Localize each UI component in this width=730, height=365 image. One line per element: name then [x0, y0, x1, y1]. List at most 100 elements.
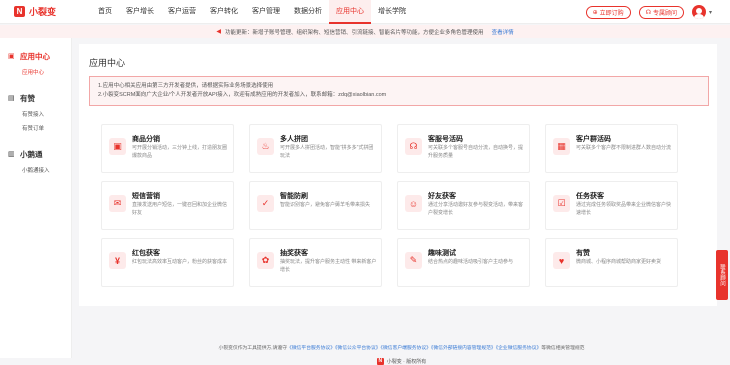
app-card[interactable]: ✎ 趣味测试结合热点的趣味活动吸引客户主动参与 — [397, 238, 530, 287]
app-card[interactable]: ☺ 好友获客 通过分享活动邀好友参与裂变活动，带来客户裂变增长 — [397, 181, 530, 230]
app-card-title: 智能防刷 — [280, 193, 308, 200]
app-card-description: 结合热点的趣味活动吸引客户主动参与 — [428, 259, 514, 265]
footer-policy-link[interactable]: 《微信平台服务协议》 — [287, 346, 335, 351]
sidebar-group-header[interactable]: ▥ 小鹅通 — [8, 148, 71, 160]
group-buy-icon: ♨ — [257, 138, 274, 155]
notice-text: 功能更新：新增子账号管理、组织架构、短信营销、引流链接、智能名片等功能，方便企业… — [225, 29, 484, 36]
headset-icon: ☊ — [645, 9, 651, 16]
sidebar-group: ▣ 应用中心 应用中心 — [0, 50, 71, 80]
order-label: 立即订购 — [599, 10, 624, 17]
app-card-title: 客户群活码 — [576, 136, 611, 143]
app-card-description: 直接发送用户短信，一键召回和加企业微信好友 — [132, 202, 228, 216]
app-card-title: 有赞 — [576, 250, 590, 257]
app-card[interactable]: ¥ 红包获客 红包玩法高效率互动客户，粉丝的获客成本 — [101, 238, 234, 287]
app-card-description: 微商城、小程序商城帮助商家更好卖货 — [576, 259, 662, 265]
brand-logo[interactable]: N 小裂变 — [14, 5, 86, 18]
notice-bar: ◀ 功能更新：新增子账号管理、组织架构、短信营销、引流链接、智能名片等功能，方便… — [0, 25, 730, 38]
nav-item[interactable]: 应用中心 — [329, 0, 371, 24]
advisor-button[interactable]: ☊ 专属顾问 — [638, 5, 684, 19]
nav-item[interactable]: 首页 — [91, 0, 119, 24]
footer-prefix: 小裂变仅作为工具提供方,请遵守 — [218, 346, 288, 351]
cart-icon: ⊕ — [592, 9, 598, 16]
sidebar-item[interactable]: 有赞接入 — [22, 108, 71, 122]
order-button[interactable]: ⊕ 立即订购 — [585, 5, 631, 19]
nav-item[interactable]: 客户运营 — [161, 0, 203, 24]
app-card-title: 客服号活码 — [428, 136, 463, 143]
youzan-icon: ♥ — [553, 252, 570, 269]
nav-item[interactable]: 客户增长 — [119, 0, 161, 24]
footer-policy-link[interactable]: 《微信客户端服务协议》 — [381, 346, 431, 351]
app-card-description: 抽奖玩法，提升客户服务主动性 带来新客户增长 — [280, 259, 377, 273]
advisor-label: 专属顾问 — [652, 10, 677, 17]
alert-line-1: 1.应用中心相关应用由第三方开发者提供，请根据实际业务场景选择使用 — [98, 83, 274, 89]
avatar[interactable] — [691, 5, 706, 19]
footer-logo-icon: N — [376, 358, 384, 365]
sidebar-group-header[interactable]: ▣ 应用中心 — [8, 50, 71, 62]
app-card-description: 可开展分销活动，三分钟上线，打造朋友圈爆款商品 — [132, 145, 228, 159]
task-icon: ☑ — [553, 195, 570, 212]
logo-icon: N — [14, 6, 25, 17]
footer-suffix: 等微信相关管理规范 — [541, 346, 585, 351]
top-right-actions: ⊕ 立即订购 ☊ 专属顾问 ▾ — [578, 0, 712, 24]
sidebar-group: ▤ 有赞有赞接入 有赞订单 — [0, 92, 71, 136]
app-card-description: 可开展多人拼团活动，智能“拼多多”式拼团玩法 — [280, 145, 374, 159]
footer-policy-link[interactable]: 《微信外部链接内容管理规范》 — [431, 346, 496, 351]
app-card-title: 短信营销 — [132, 193, 160, 200]
content-panel: 应用中心 1.应用中心相关应用由第三方开发者提供，请根据实际业务场景选择使用 2… — [79, 44, 717, 306]
sidebar-group: ▥ 小鹅通小鹅通接入 — [0, 148, 71, 178]
notice-detail-link[interactable]: 查看详情 — [492, 28, 514, 36]
headset-icon: ☊ — [405, 138, 422, 155]
nav-item[interactable]: 数据分析 — [287, 0, 329, 24]
app-card-title: 任务获客 — [576, 193, 604, 200]
app-card[interactable]: ✓ 智能防刷智能识别客户，避免客户薅羊毛带来损失 — [249, 181, 382, 230]
app-card[interactable]: ☑ 任务获客 通过完成任务领取奖品带来企业微信客户快速增长 — [545, 181, 678, 230]
megaphone-icon: ◀ — [216, 29, 222, 35]
app-card-title: 商品分销 — [132, 136, 160, 143]
app-card-title: 多人拼团 — [280, 136, 308, 143]
quiz-icon: ✎ — [405, 252, 422, 269]
top-navigation-bar: N 小裂变 首页 客户增长 客户运营 客户转化 客户管理 数据分析 应用中心 增长学院 ⊕ 立即… — [0, 0, 730, 24]
sms-icon: ✉ — [109, 195, 126, 212]
main-nav: 首页 客户增长 客户运营 客户转化 客户管理 数据分析 应用中心 增长学院 — [91, 0, 413, 24]
youzan-icon: ▤ — [8, 95, 15, 102]
footer-copyright: N 小裂变 · 版权所有 — [73, 358, 730, 365]
page-title: 应用中心 — [89, 58, 126, 68]
app-card-title: 抽奖获客 — [280, 250, 308, 257]
app-card[interactable]: ✿ 抽奖获客抽奖玩法，提升客户服务主动性 带来新客户增长 — [249, 238, 382, 287]
app-card-description: 通过分享活动邀好友参与裂变活动，带来客户裂变增长 — [428, 202, 524, 216]
app-card-description: 可关联多个客服号自动分流，自动换号，提升服务质量 — [428, 145, 524, 159]
app-card[interactable]: ♨ 多人拼团可开展多人拼团活动，智能“拼多多”式拼团玩法 — [249, 124, 382, 173]
app-card[interactable]: ▦ 客户群活码 可关联多个客户群不限制进群人数自动分流 — [545, 124, 678, 173]
app-card[interactable]: ♥ 有赞微商城、小程序商城帮助商家更好卖货 — [545, 238, 678, 287]
nav-item[interactable]: 客户转化 — [203, 0, 245, 24]
copyright-text: 小裂变 · 版权所有 — [386, 359, 427, 365]
app-card-description: 红包玩法高效率互动客户，粉丝的获客成本 — [132, 259, 228, 265]
nav-item[interactable]: 客户管理 — [245, 0, 287, 24]
lottery-icon: ✿ — [257, 252, 274, 269]
user-add-icon: ☺ — [405, 195, 422, 212]
footer-policy-link[interactable]: 《微信公众平台协议》 — [335, 346, 381, 351]
app-card[interactable]: ☊ 客服号活码可关联多个客服号自动分流，自动换号，提升服务质量 — [397, 124, 530, 173]
app-card-title: 红包获客 — [132, 250, 160, 257]
shopping-bag-icon: ▣ — [109, 138, 126, 155]
sidebar-group-header[interactable]: ▤ 有赞 — [8, 92, 71, 104]
app-card[interactable]: ▣ 商品分销可开展分销活动，三分钟上线，打造朋友圈爆款商品 — [101, 124, 234, 173]
sidebar-group-title: 小鹅通 — [20, 149, 43, 159]
contact-advisor-button[interactable]: 联系顾问 — [716, 250, 728, 300]
nav-item[interactable]: 增长学院 — [371, 0, 413, 24]
sidebar-item[interactable]: 应用中心 — [22, 66, 71, 80]
sidebar: ▣ 应用中心 应用中心 ▤ 有赞 有赞接入 有赞订单 ▥ 小鹅通 小鹅通接入 — [0, 38, 72, 358]
info-alert: 1.应用中心相关应用由第三方开发者提供，请根据实际业务场景选择使用 2.小裂变S… — [89, 76, 709, 106]
main-content: 应用中心 1.应用中心相关应用由第三方开发者提供，请根据实际业务场景选择使用 2… — [73, 38, 730, 365]
app-card-description: 智能识别客户，避免客户薅羊毛带来损失 — [280, 202, 371, 208]
app-card[interactable]: ✉ 短信营销直接发送用户短信，一键召回和加企业微信好友 — [101, 181, 234, 230]
app-card-title: 趣味测试 — [428, 250, 456, 257]
sidebar-group-title: 应用中心 — [20, 51, 50, 61]
sidebar-item[interactable]: 小鹅通接入 — [22, 164, 71, 178]
chevron-down-icon[interactable]: ▾ — [709, 9, 712, 16]
footer-policy-link[interactable]: 《企业微信服务协议》 — [496, 346, 542, 351]
shield-icon: ✓ — [257, 195, 274, 212]
sidebar-item[interactable]: 有赞订单 — [22, 122, 71, 136]
xiaoe-icon: ▥ — [8, 151, 15, 158]
footer-terms: 小裂变仅作为工具提供方,请遵守《微信平台服务协议》《微信公众平台协议》《微信客户… — [73, 344, 730, 351]
